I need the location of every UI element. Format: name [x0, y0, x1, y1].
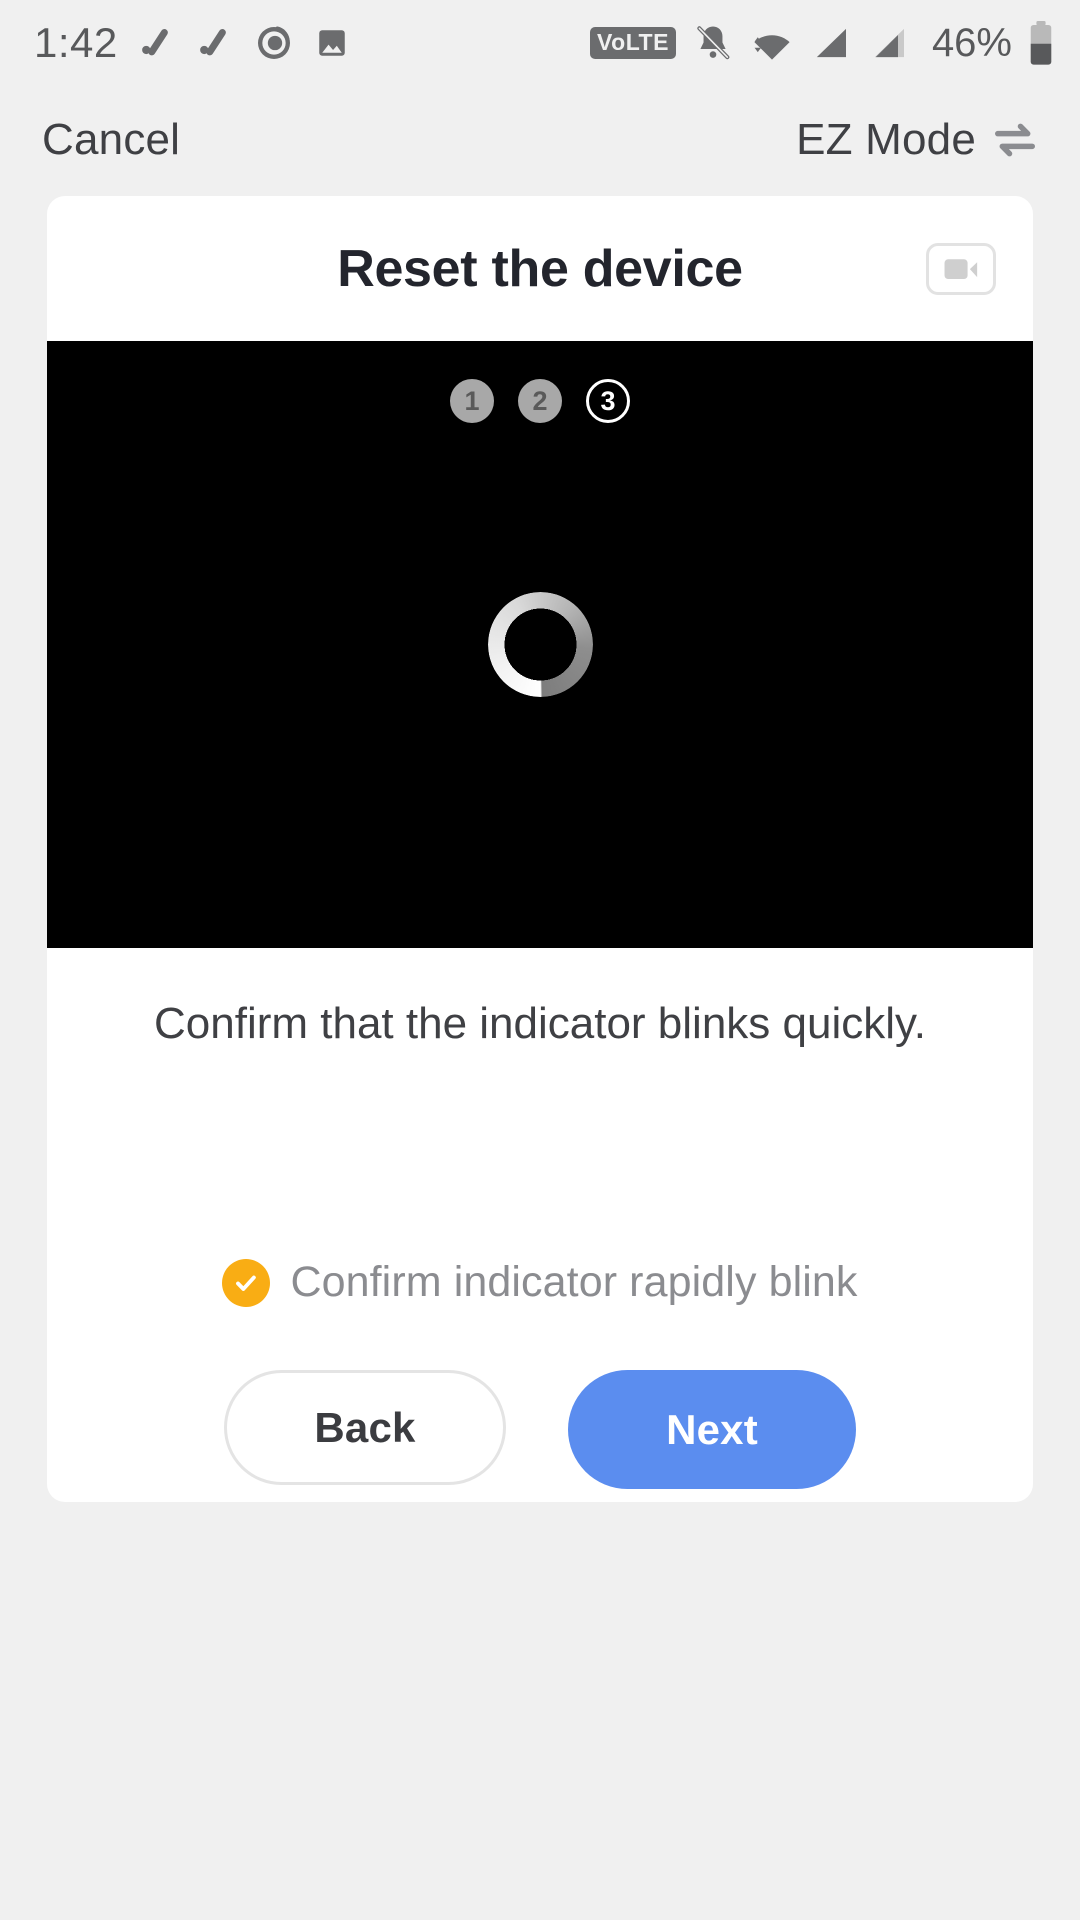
cancel-button[interactable]: Cancel — [42, 115, 180, 165]
app-header: Cancel EZ Mode — [0, 86, 1080, 194]
wifi-icon — [750, 22, 794, 64]
status-bar-left: 1:42 — [34, 19, 350, 67]
loading-spinner-wrap — [47, 341, 1033, 948]
edit-pencil-icon-2 — [196, 24, 234, 62]
card-header: Reset the device — [47, 196, 1033, 341]
status-clock: 1:42 — [34, 19, 118, 66]
status-bar-right: VoLTE 46% — [590, 20, 1054, 66]
device-video-area: 1 2 3 — [47, 341, 1033, 948]
next-button[interactable]: Next — [568, 1370, 856, 1489]
confirm-checkbox-label: Confirm indicator rapidly blink — [290, 1258, 858, 1306]
video-tutorial-button[interactable] — [926, 242, 996, 295]
ez-mode-switch-button[interactable]: EZ Mode — [796, 115, 1038, 165]
cellular-signal-icon — [810, 23, 852, 63]
ez-mode-label: EZ Mode — [796, 115, 976, 164]
battery-icon — [1028, 20, 1054, 66]
loading-spinner-icon — [487, 592, 593, 697]
status-bar: 1:42 VoLTE 46% — [0, 0, 1080, 86]
video-camera-icon — [941, 255, 981, 283]
swap-arrows-icon — [992, 120, 1038, 160]
cellular-signal-2-icon — [868, 23, 910, 63]
image-icon — [314, 25, 350, 61]
edit-pencil-icon — [138, 24, 176, 62]
instruction-text: Confirm that the indicator blinks quickl… — [154, 999, 926, 1048]
confirm-checkbox-row[interactable]: Confirm indicator rapidly blink — [47, 1258, 1033, 1307]
notifications-muted-icon — [692, 22, 734, 64]
setup-card: Reset the device 1 2 3 Confirm that the … — [47, 196, 1033, 1502]
battery-percent-label: 46% — [931, 20, 1012, 65]
card-actions: Back Next — [47, 1370, 1033, 1489]
check-circle-icon[interactable] — [222, 1258, 271, 1307]
card-body: Confirm that the indicator blinks quickl… — [47, 948, 1033, 1502]
back-button[interactable]: Back — [224, 1370, 506, 1485]
page-title: Reset the device — [337, 239, 743, 298]
volte-icon: VoLTE — [590, 27, 676, 59]
screen-record-icon — [254, 23, 294, 63]
